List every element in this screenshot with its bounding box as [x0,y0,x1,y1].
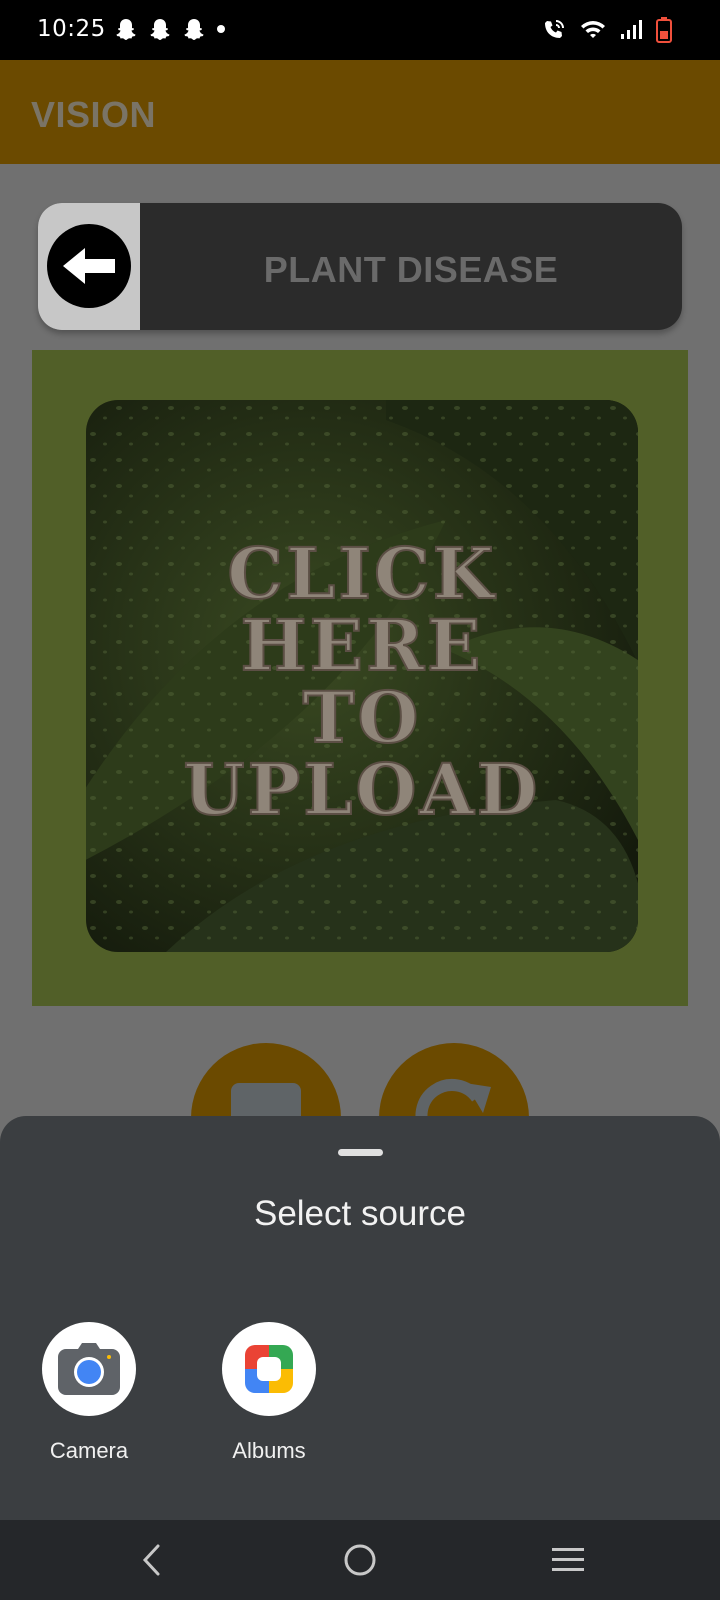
back-area [38,203,140,330]
source-option-camera[interactable]: Camera [19,1322,159,1464]
albums-icon [245,1345,293,1393]
upload-prompt: CLICK HERE TO UPLOAD [86,532,638,831]
page-title: PLANT DISEASE [263,249,559,290]
source-label-albums: Albums [232,1438,306,1463]
nav-back-button[interactable] [122,1536,182,1584]
navigation-bar [0,1520,720,1600]
upload-line-1: CLICK [226,532,497,615]
nav-recents-button[interactable] [538,1536,598,1584]
upload-line-4: UPLOAD [183,748,541,831]
wifi-calling-icon [545,20,564,38]
notification-icons [114,17,226,41]
upload-panel: CLICK HERE TO UPLOAD [32,350,688,1006]
source-label-camera: Camera [49,1438,129,1463]
status-time: 10:25 [37,16,106,42]
wifi-icon [581,21,605,38]
back-icon [142,1544,160,1576]
back-button[interactable] [47,224,131,308]
snapchat-icon [150,19,170,40]
upload-line-3: TO [301,676,422,759]
snapchat-icon [116,19,136,40]
status-bar: 10:25 [0,0,720,60]
system-icons [542,17,672,43]
app-title: VISION [31,94,157,135]
upload-line-2: HERE [239,604,484,687]
upload-image-button[interactable]: CLICK HERE TO UPLOAD [86,400,638,952]
camera-icon [58,1343,120,1395]
camera-icon-circle [42,1322,136,1416]
home-icon [344,1544,376,1576]
battery-icon [656,17,672,43]
recents-icon [552,1548,584,1571]
source-option-albums[interactable]: Albums [199,1322,339,1464]
sheet-drag-handle[interactable] [338,1149,383,1156]
app-bar: VISION [0,60,720,164]
sheet-title: Select source [253,1194,467,1233]
arrow-left-icon [63,248,115,284]
nav-home-button[interactable] [330,1536,390,1584]
header-card: PLANT DISEASE [38,203,682,330]
select-source-sheet: Select source Camera Albums [0,1116,720,1520]
dot-icon [217,25,225,33]
signal-icon [621,20,642,39]
snapchat-icon [184,19,204,40]
albums-icon-circle [222,1322,316,1416]
